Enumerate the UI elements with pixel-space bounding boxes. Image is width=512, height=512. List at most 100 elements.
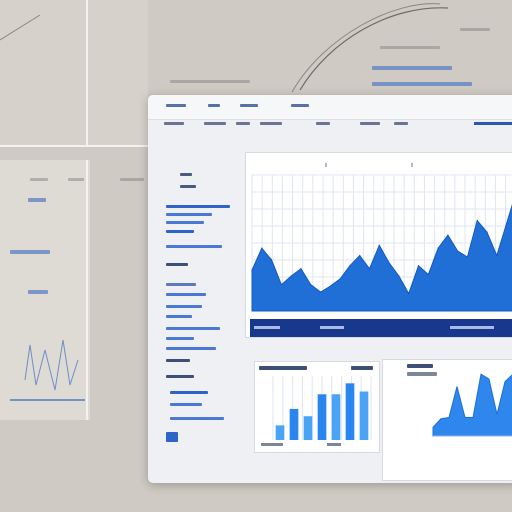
data-point (280, 284, 282, 286)
data-point (329, 285, 331, 287)
area-series (432, 373, 512, 437)
background-text (372, 82, 472, 86)
data-point (427, 273, 429, 276)
data-point (486, 231, 488, 233)
sidebar-item[interactable] (170, 403, 202, 406)
data-point (457, 250, 459, 252)
card-title (407, 364, 433, 368)
small-area-chart-plot (432, 373, 512, 437)
top-navigation-bar (148, 95, 512, 120)
bar (345, 383, 355, 440)
data-point (368, 268, 371, 270)
sidebar-item[interactable] (166, 315, 192, 318)
footer-label (320, 326, 344, 329)
sidebar-icon[interactable] (166, 432, 178, 442)
sidebar-item[interactable] (166, 359, 190, 362)
background-text (10, 250, 50, 254)
chart-footer-bar (250, 319, 512, 337)
footer-label (450, 326, 494, 329)
sub-nav-link[interactable] (260, 122, 282, 125)
sub-nav-link[interactable] (360, 122, 380, 125)
bar-chart-plot (272, 376, 372, 440)
background-text (380, 46, 440, 49)
data-point (437, 247, 439, 249)
background-text (372, 66, 452, 70)
data-point (408, 292, 410, 295)
background-text (170, 80, 250, 83)
sidebar-item[interactable] (180, 185, 196, 188)
nav-link[interactable] (240, 104, 258, 107)
sidebar-item[interactable] (170, 417, 224, 420)
data-point (349, 265, 351, 267)
bar (289, 408, 299, 440)
background-text (460, 28, 490, 31)
card-title (259, 366, 307, 370)
data-point (359, 254, 361, 257)
data-point (466, 256, 469, 258)
sidebar-item[interactable] (166, 213, 212, 216)
sidebar-item-active[interactable] (166, 205, 230, 208)
area-series (251, 203, 512, 312)
sub-nav-link[interactable] (164, 122, 184, 125)
card-footer-label (261, 443, 283, 446)
sub-nav-link[interactable] (236, 122, 250, 125)
data-point (339, 278, 341, 280)
active-tab-indicator (474, 122, 512, 125)
card-footer-label (327, 443, 341, 446)
nav-link[interactable] (208, 104, 220, 107)
data-point (270, 259, 273, 261)
data-point (378, 244, 380, 246)
background-text (30, 178, 48, 181)
sidebar-item[interactable] (166, 375, 194, 378)
area-chart-card (382, 359, 512, 481)
sidebar-item[interactable] (180, 173, 192, 176)
card-subtitle (351, 366, 373, 370)
background-text (28, 198, 46, 202)
sidebar-item[interactable] (166, 263, 188, 266)
bar (275, 425, 285, 440)
card-subtitle (407, 372, 437, 376)
sidebar-item[interactable] (170, 391, 208, 394)
sidebar-item[interactable] (166, 221, 204, 224)
sidebar (148, 133, 238, 483)
sub-nav-link[interactable] (394, 122, 408, 125)
bar (317, 394, 327, 440)
bar (359, 391, 369, 440)
nav-link[interactable] (291, 104, 309, 107)
sub-nav-link[interactable] (316, 122, 330, 125)
data-point (251, 269, 253, 271)
data-point (261, 247, 263, 249)
sidebar-item[interactable] (166, 245, 222, 248)
background-text (28, 290, 48, 294)
data-point (506, 222, 508, 224)
sidebar-item[interactable] (166, 347, 216, 350)
background-text (120, 178, 144, 181)
main-chart-plot (251, 163, 512, 312)
data-point (300, 268, 302, 270)
dashboard-window (148, 95, 512, 483)
bar (331, 394, 341, 440)
nav-link[interactable] (166, 104, 186, 107)
data-point (417, 265, 420, 267)
footer-label (254, 326, 280, 329)
data-point (476, 219, 478, 222)
sidebar-item[interactable] (166, 337, 194, 340)
background-text (68, 178, 84, 181)
data-point (447, 234, 449, 236)
sidebar-item[interactable] (166, 283, 196, 286)
bar-chart-card (254, 361, 380, 453)
sub-navigation-bar (148, 119, 512, 129)
data-point (290, 275, 292, 277)
data-point (496, 254, 498, 257)
data-point (398, 275, 400, 277)
sidebar-item[interactable] (166, 305, 202, 308)
data-point (310, 284, 312, 286)
bar (303, 416, 313, 440)
data-point (319, 291, 322, 293)
sub-nav-link[interactable] (204, 122, 226, 125)
sidebar-item[interactable] (166, 293, 206, 296)
sidebar-item[interactable] (166, 327, 220, 330)
data-point (388, 262, 390, 264)
sidebar-item[interactable] (166, 230, 194, 233)
main-area-chart (245, 152, 512, 338)
